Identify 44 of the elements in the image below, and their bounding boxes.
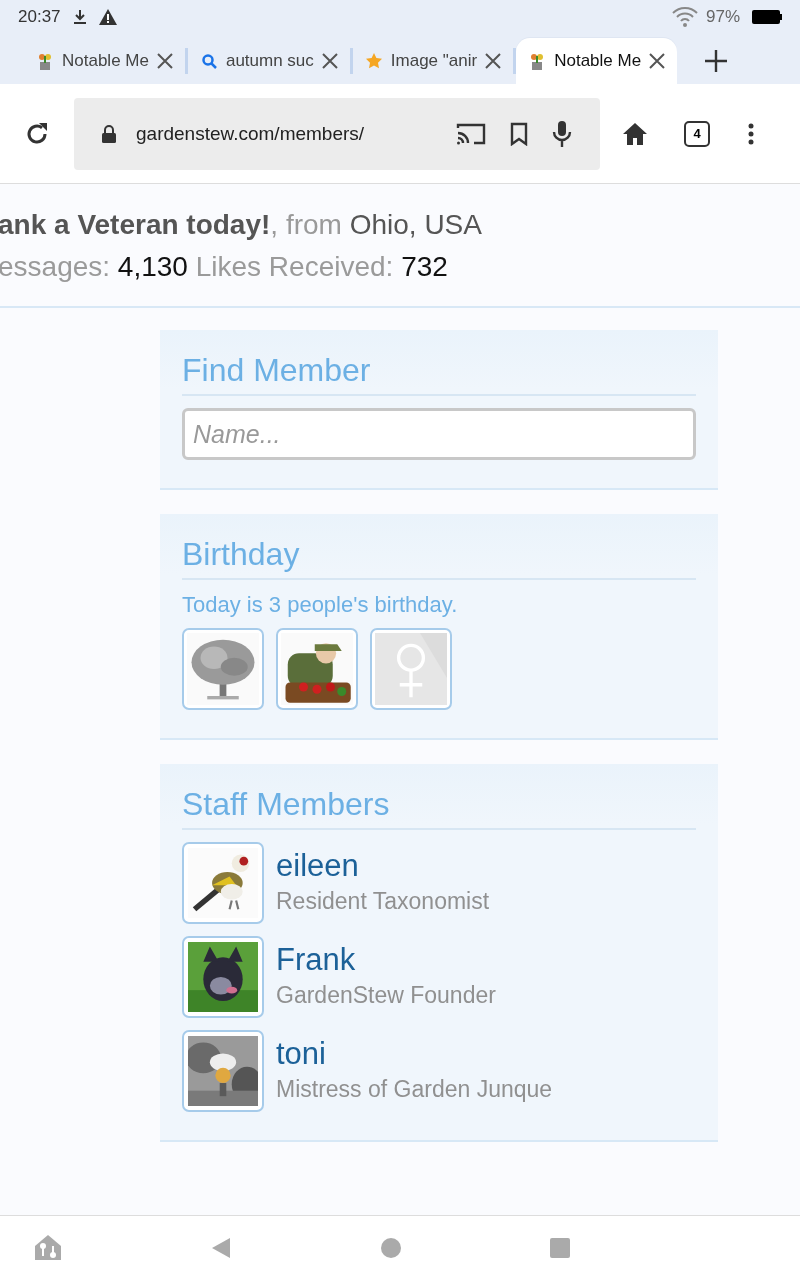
name-search-field[interactable]: Name...	[182, 408, 696, 460]
bookmark-icon[interactable]	[510, 121, 528, 146]
member-title: GardenStew Founder	[276, 982, 496, 1009]
address-bar[interactable]: gardenstew.com/members/	[74, 97, 600, 170]
warning-icon	[98, 9, 117, 25]
member-name-link[interactable]: toni	[276, 1036, 553, 1072]
member-avatar[interactable]	[182, 1030, 264, 1112]
browser-tab[interactable]: Image "anir	[352, 38, 514, 84]
browser-tab[interactable]: Notable Me	[516, 38, 678, 84]
battery-percent: 97%	[705, 7, 740, 27]
clock-time: 20:37	[18, 7, 61, 27]
search-icon	[199, 52, 218, 70]
member-title: Mistress of Garden Junque	[276, 1076, 553, 1103]
flower-pot-icon	[36, 52, 54, 70]
tab-count-button[interactable]: 4	[684, 120, 710, 147]
member-avatar[interactable]	[182, 936, 264, 1018]
close-icon[interactable]	[321, 53, 338, 69]
home-icon[interactable]	[622, 121, 648, 146]
member-title: Resident Taxonomist	[276, 888, 490, 915]
download-icon	[72, 9, 87, 25]
url-text: gardenstew.com/members/	[136, 122, 366, 145]
birthday-text: Today is 3 people's birthday.	[182, 592, 459, 618]
browser-tab[interactable]: Notable Me	[24, 38, 185, 84]
panel-heading: Birthday	[182, 536, 696, 580]
profile-stats-line: essages: 4,130 Likes Received: 732	[0, 250, 449, 284]
wifi-icon	[671, 7, 698, 27]
member-name-link[interactable]: eileen	[276, 848, 490, 884]
lock-icon	[102, 124, 116, 143]
panel-heading: Staff Members	[182, 786, 696, 830]
panel-heading: Find Member	[182, 352, 696, 396]
new-tab-icon[interactable]	[705, 50, 728, 72]
browser-tab[interactable]: autumn suc	[187, 38, 350, 84]
member-name-link[interactable]: Frank	[276, 942, 496, 978]
cast-icon[interactable]	[456, 121, 486, 146]
microphone-icon[interactable]	[552, 119, 572, 148]
close-icon[interactable]	[156, 53, 173, 69]
menu-icon[interactable]	[748, 122, 754, 145]
battery-icon	[752, 10, 782, 24]
close-icon[interactable]	[485, 53, 502, 69]
close-icon[interactable]	[649, 53, 666, 69]
member-avatar[interactable]	[276, 628, 358, 710]
member-avatar[interactable]	[182, 842, 264, 924]
star-icon	[364, 52, 383, 70]
reload-icon[interactable]	[24, 120, 50, 147]
